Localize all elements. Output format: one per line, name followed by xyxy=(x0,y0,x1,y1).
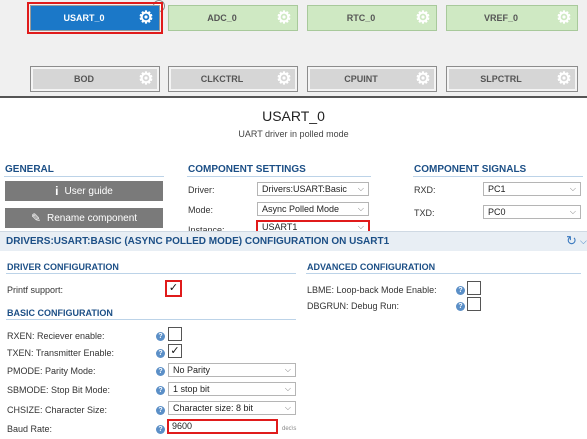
tile-cpuint[interactable]: CPUINT ⚙ xyxy=(307,66,437,92)
chevron-down-icon: ⌵ xyxy=(569,184,576,193)
user-guide-button[interactable]: i User guide xyxy=(5,181,163,201)
gear-icon[interactable]: ⚙ xyxy=(554,8,574,28)
chevron-down-icon: ⌵ xyxy=(357,184,364,193)
advanced-configuration-heading: ADVANCED CONFIGURATION xyxy=(307,262,436,272)
user-guide-label: User guide xyxy=(64,185,113,197)
help-icon[interactable]: ? xyxy=(156,386,165,395)
txd-label: TXD: xyxy=(414,208,435,218)
rename-component-button[interactable]: ✎ Rename component xyxy=(5,208,163,228)
gear-icon[interactable]: ⚙ xyxy=(413,8,433,28)
chevron-down-icon: ⌵ xyxy=(284,403,291,412)
txen-label: TXEN: Transmitter Enable: xyxy=(7,348,115,358)
driver-select[interactable]: Drivers:USART:Basic ⌵ xyxy=(257,182,369,196)
sbmode-select[interactable]: 1 stop bit ⌵ xyxy=(168,382,296,396)
tile-usart0[interactable]: USART_0 ⚙ xyxy=(27,2,163,34)
help-icon[interactable]: ? xyxy=(456,286,465,295)
tile-vref0[interactable]: VREF_0 ⚙ xyxy=(446,5,578,31)
general-heading: GENERAL xyxy=(5,164,54,175)
chevron-down-icon: ⌵ xyxy=(284,365,291,374)
rxd-label: RXD: xyxy=(414,185,436,195)
dbgrun-checkbox[interactable] xyxy=(467,297,481,311)
rxd-value: PC1 xyxy=(488,184,506,194)
pmode-select[interactable]: No Parity ⌵ xyxy=(168,363,296,377)
configuration-title: DRIVERS:USART:BASIC (ASYNC POLLED MODE) … xyxy=(6,236,390,247)
driver-configuration-heading: DRIVER CONFIGURATION xyxy=(7,262,119,272)
sbmode-value: 1 stop bit xyxy=(173,384,210,394)
gear-icon[interactable]: ⚙ xyxy=(413,69,433,89)
baud-rate-unit: dec\s xyxy=(282,426,297,432)
basic-config-divider xyxy=(6,319,296,320)
baud-rate-input[interactable]: 9600 xyxy=(167,419,278,434)
chsize-label: CHSIZE: Character Size: xyxy=(7,405,108,415)
pmode-value: No Parity xyxy=(173,365,211,375)
chevron-down-icon[interactable]: ⌵ xyxy=(580,236,587,247)
txen-checkbox[interactable]: ✓ xyxy=(168,344,182,358)
info-icon: i xyxy=(55,184,59,198)
chevron-down-icon: ⌵ xyxy=(357,204,364,213)
general-divider xyxy=(4,176,164,177)
help-icon[interactable]: ? xyxy=(456,302,465,311)
component-signals-heading: COMPONENT SIGNALS xyxy=(414,164,527,175)
gear-icon[interactable]: ⚙ xyxy=(136,8,156,28)
help-icon[interactable]: ? xyxy=(156,367,165,376)
tile-clkctrl[interactable]: CLKCTRL ⚙ xyxy=(168,66,298,92)
chevron-down-icon: ⌵ xyxy=(284,384,291,393)
component-subtitle: UART driver in polled mode xyxy=(238,129,349,139)
sbmode-label: SBMODE: Stop Bit Mode: xyxy=(7,385,111,395)
mode-label: Mode: xyxy=(188,205,214,215)
signals-divider xyxy=(413,176,583,177)
lbme-label: LBME: Loop-back Mode Enable: xyxy=(307,285,437,295)
tile-rtc0[interactable]: RTC_0 ⚙ xyxy=(307,5,437,31)
rxd-select[interactable]: PC1 ⌵ xyxy=(483,182,581,196)
mode-select[interactable]: Async Polled Mode ⌵ xyxy=(257,202,369,216)
printf-support-label: Printf support: xyxy=(7,285,64,295)
txd-value: PC0 xyxy=(488,207,506,217)
tile-slpctrl[interactable]: SLPCTRL ⚙ xyxy=(446,66,578,92)
driver-label: Driver: xyxy=(188,185,215,195)
component-title: USART_0 xyxy=(262,108,325,124)
driver-value: Drivers:USART:Basic xyxy=(262,184,347,194)
pmode-label: PMODE: Parity Mode: xyxy=(7,366,96,376)
component-settings-heading: COMPONENT SETTINGS xyxy=(188,164,306,175)
rxen-label: RXEN: Reciever enable: xyxy=(7,331,105,341)
help-icon[interactable]: ? xyxy=(156,332,165,341)
rename-component-label: Rename component xyxy=(47,212,138,224)
baud-rate-label: Baud Rate: xyxy=(7,424,53,434)
gear-icon[interactable]: ⚙ xyxy=(274,8,294,28)
chevron-down-icon: ⌵ xyxy=(569,207,576,216)
help-icon[interactable]: ? xyxy=(156,349,165,358)
chsize-value: Character size: 8 bit xyxy=(173,403,254,413)
help-icon[interactable]: ? xyxy=(156,425,165,434)
tile-adc0[interactable]: ADC_0 ⚙ xyxy=(168,5,298,31)
mode-value: Async Polled Mode xyxy=(262,204,340,214)
txd-select[interactable]: PC0 ⌵ xyxy=(483,205,581,219)
gear-icon[interactable]: ⚙ xyxy=(554,69,574,89)
help-icon[interactable]: ? xyxy=(156,406,165,415)
chsize-select[interactable]: Character size: 8 bit ⌵ xyxy=(168,401,296,415)
pencil-icon: ✎ xyxy=(30,211,41,225)
rxen-checkbox[interactable] xyxy=(168,327,182,341)
lbme-checkbox[interactable] xyxy=(467,281,481,295)
printf-support-checkbox[interactable]: ✓ xyxy=(165,280,182,297)
tile-bod[interactable]: BOD ⚙ xyxy=(30,66,160,92)
refresh-icon[interactable]: ↻ xyxy=(566,233,577,249)
driver-config-divider xyxy=(6,273,296,274)
settings-divider xyxy=(187,176,371,177)
advanced-config-divider xyxy=(306,273,581,274)
gear-icon[interactable]: ⚙ xyxy=(274,69,294,89)
basic-configuration-heading: BASIC CONFIGURATION xyxy=(7,308,113,318)
dbgrun-label: DBGRUN: Debug Run: xyxy=(307,301,400,311)
gear-icon[interactable]: ⚙ xyxy=(136,69,156,89)
